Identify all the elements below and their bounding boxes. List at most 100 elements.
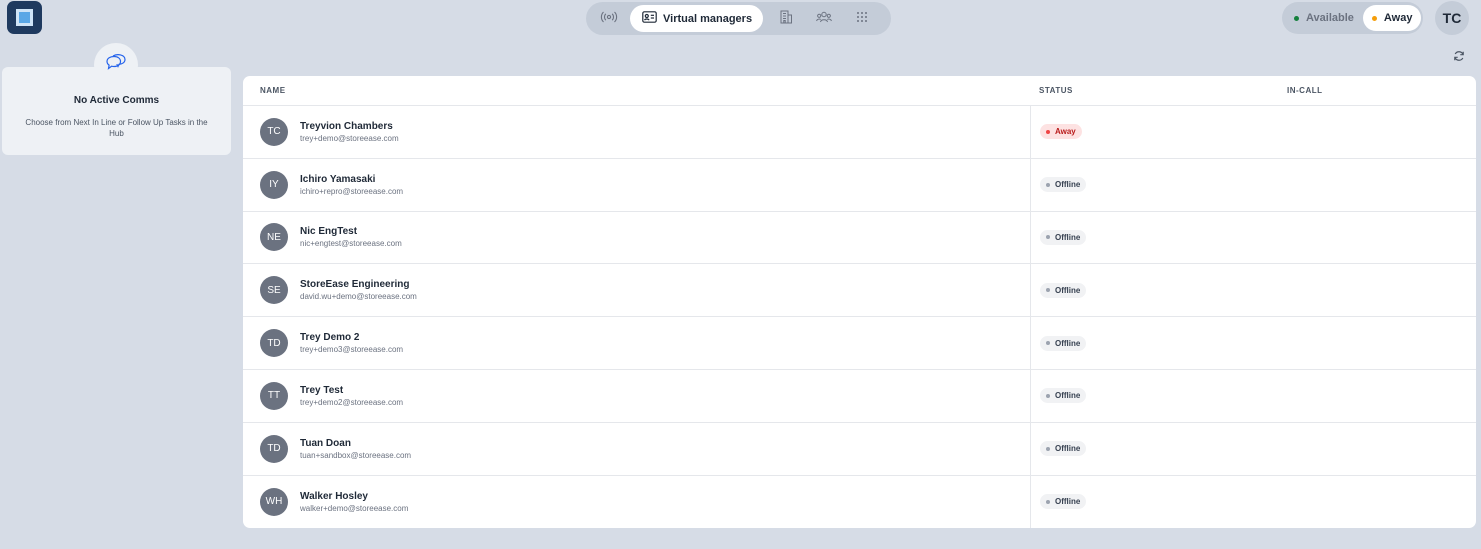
person-name: Tuan Doan xyxy=(300,437,351,449)
in-call-cell xyxy=(1279,476,1476,528)
name-cell: SE StoreEase Engineering david.wu+demo@s… xyxy=(243,264,1030,316)
in-call-cell xyxy=(1279,264,1476,316)
status-cell: Offline xyxy=(1030,475,1279,528)
status-badge: Offline xyxy=(1040,388,1087,404)
column-header-status[interactable]: STATUS xyxy=(1030,76,1279,105)
team-icon xyxy=(816,10,832,27)
status-label: Offline xyxy=(1055,391,1081,401)
person-info: Trey Test trey+demo2@storeease.com xyxy=(300,385,403,407)
away-dot-icon xyxy=(1371,15,1377,21)
person-name: Trey Test xyxy=(300,384,344,396)
presence-toggle: Available Away xyxy=(1282,2,1423,34)
person-info: Nic EngTest nic+engtest@storeease.com xyxy=(300,226,402,248)
table-row[interactable]: TD Tuan Doan tuan+sandbox@storeease.com … xyxy=(243,422,1476,476)
table-row[interactable]: TC Treyvion Chambers trey+demo@storeease… xyxy=(243,106,1476,159)
table-row[interactable]: TT Trey Test trey+demo2@storeease.com Of… xyxy=(243,369,1476,423)
avatar: WH xyxy=(260,487,288,516)
broadcast-icon xyxy=(600,11,618,26)
chat-bubbles-icon xyxy=(104,53,128,78)
status-dot-icon xyxy=(1046,499,1050,504)
in-call-cell xyxy=(1279,159,1476,211)
status-dot-icon xyxy=(1046,446,1050,451)
status-dot-icon xyxy=(1046,393,1050,398)
virtual-managers-table: NAME STATUS IN-CALL TC Treyvion Chambers… xyxy=(243,76,1476,528)
status-badge: Offline xyxy=(1040,441,1087,457)
nav-team[interactable] xyxy=(805,5,843,32)
name-cell: NE Nic EngTest nic+engtest@storeease.com xyxy=(243,212,1030,264)
person-email: trey+demo@storeease.com xyxy=(300,133,399,143)
status-cell: Offline xyxy=(1030,317,1279,369)
table-row[interactable]: SE StoreEase Engineering david.wu+demo@s… xyxy=(243,264,1476,318)
status-cell: Away xyxy=(1030,106,1279,158)
column-header-name[interactable]: NAME xyxy=(243,86,1030,95)
table-row[interactable]: NE Nic EngTest nic+engtest@storeease.com… xyxy=(243,211,1476,265)
status-badge: Offline xyxy=(1040,177,1087,193)
in-call-cell xyxy=(1279,370,1476,422)
logo-mark xyxy=(16,9,33,26)
presence-available-label: Available xyxy=(1306,12,1354,24)
status-dot-icon xyxy=(1046,235,1050,240)
person-info: StoreEase Engineering david.wu+demo@stor… xyxy=(300,279,417,301)
presence-away-label: Away xyxy=(1383,12,1413,24)
nav-virtual-managers-label: Virtual managers xyxy=(663,12,753,25)
nav-virtual-managers[interactable]: Virtual managers xyxy=(630,5,764,32)
table-row[interactable]: WH Walker Hosley walker+demo@storeease.c… xyxy=(243,475,1476,528)
comms-bubble xyxy=(94,43,138,87)
status-dot-icon xyxy=(1046,129,1050,134)
person-info: Ichiro Yamasaki ichiro+repro@storeease.c… xyxy=(300,174,403,196)
person-info: Trey Demo 2 trey+demo3@storeease.com xyxy=(300,332,403,354)
in-call-cell xyxy=(1279,106,1476,158)
avatar: NE xyxy=(260,223,288,252)
avatar: TD xyxy=(260,329,288,358)
table-row[interactable]: IY Ichiro Yamasaki ichiro+repro@storeeas… xyxy=(243,158,1476,212)
name-cell: WH Walker Hosley walker+demo@storeease.c… xyxy=(243,476,1030,528)
status-label: Offline xyxy=(1055,180,1081,190)
table-row[interactable]: TD Trey Demo 2 trey+demo3@storeease.com … xyxy=(243,317,1476,370)
status-label: Offline xyxy=(1055,232,1081,242)
contact-card-icon xyxy=(642,11,663,26)
in-call-cell xyxy=(1279,317,1476,369)
in-call-cell xyxy=(1279,423,1476,475)
person-email: tuan+sandbox@storeease.com xyxy=(300,450,412,460)
building-icon xyxy=(779,10,793,27)
status-badge: Offline xyxy=(1040,229,1087,245)
comms-subtitle: Choose from Next In Line or Follow Up Ta… xyxy=(25,118,208,138)
status-label: Offline xyxy=(1055,285,1081,295)
person-email: ichiro+repro@storeease.com xyxy=(300,186,404,196)
status-badge: Away xyxy=(1040,124,1082,140)
status-dot-icon xyxy=(1046,182,1050,187)
nav-dialpad[interactable] xyxy=(843,5,881,32)
person-name: Walker Hosley xyxy=(300,490,368,502)
person-name: Nic EngTest xyxy=(300,226,358,238)
person-email: walker+demo@storeease.com xyxy=(300,503,409,513)
status-badge: Offline xyxy=(1040,494,1087,510)
avatar: IY xyxy=(260,170,288,199)
status-badge: Offline xyxy=(1040,335,1087,351)
refresh-button[interactable] xyxy=(1452,51,1466,65)
name-cell: IY Ichiro Yamasaki ichiro+repro@storeeas… xyxy=(243,159,1030,211)
avatar: SE xyxy=(260,276,288,305)
status-label: Away xyxy=(1055,127,1076,137)
status-dot-icon xyxy=(1046,341,1050,346)
person-email: trey+demo3@storeease.com xyxy=(300,345,404,355)
available-dot-icon xyxy=(1294,15,1299,21)
person-name: Trey Demo 2 xyxy=(300,332,360,344)
person-email: david.wu+demo@storeease.com xyxy=(300,292,417,302)
status-cell: Offline xyxy=(1030,158,1279,211)
presence-away-option[interactable]: Away xyxy=(1362,5,1422,31)
name-cell: TD Trey Demo 2 trey+demo3@storeease.com xyxy=(243,317,1030,369)
refresh-icon xyxy=(1453,49,1465,67)
table-body: TC Treyvion Chambers trey+demo@storeease… xyxy=(243,106,1476,528)
presence-available-option[interactable]: Available xyxy=(1285,5,1363,31)
avatar: TC xyxy=(260,117,288,146)
main-nav: Virtual managers xyxy=(586,2,891,35)
nav-building[interactable] xyxy=(767,5,805,32)
status-cell: Offline xyxy=(1030,422,1279,475)
nav-broadcast[interactable] xyxy=(590,5,628,32)
person-email: nic+engtest@storeease.com xyxy=(300,239,402,249)
user-avatar[interactable]: TC xyxy=(1435,1,1469,35)
status-cell: Offline xyxy=(1030,211,1279,264)
column-header-in-call[interactable]: IN-CALL xyxy=(1279,86,1476,95)
status-label: Offline xyxy=(1055,444,1081,454)
app-logo[interactable] xyxy=(7,1,42,34)
